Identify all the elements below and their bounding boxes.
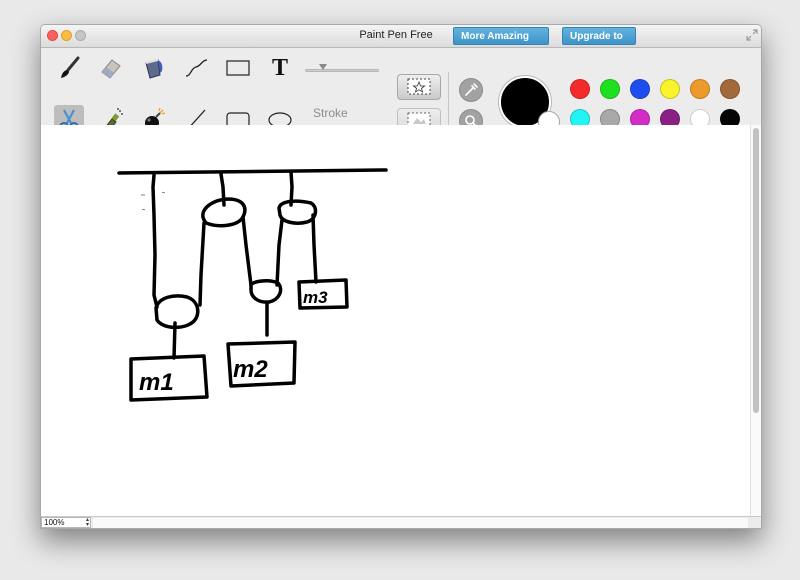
color-swatch-1-2[interactable] <box>600 79 620 99</box>
color-swatch-1-1[interactable] <box>570 79 590 99</box>
curve-icon <box>185 59 208 77</box>
color-swatch-1-5[interactable] <box>690 79 710 99</box>
hanger-m1 <box>172 321 177 360</box>
color-swatch-1-3[interactable] <box>630 79 650 99</box>
rectangle-tool[interactable] <box>223 53 253 83</box>
horizontal-scrollbar[interactable] <box>93 518 748 528</box>
text-icon: T <box>271 54 288 81</box>
label-m1: m1 <box>139 369 174 396</box>
stroke-slider-track <box>305 69 379 72</box>
rope-b <box>241 215 253 287</box>
minimize-window-button[interactable] <box>61 30 72 41</box>
stepper-arrows-icon: ▴ ▾ <box>85 517 89 528</box>
stroke-slider[interactable] <box>305 64 379 76</box>
color-swatch-1-4[interactable] <box>660 79 680 99</box>
eyedropper-button[interactable] <box>459 78 483 102</box>
star-selection-icon <box>407 78 431 95</box>
drawing-layer: m1 m2 m3 <box>117 168 388 402</box>
rope-d <box>311 213 318 284</box>
eyedropper-icon <box>465 83 478 96</box>
paint-bucket-tool[interactable] <box>139 53 169 83</box>
zoom-select[interactable]: 100% ▴ ▾ <box>41 517 91 528</box>
paint-bucket-icon <box>145 59 163 79</box>
window-title: Paint Pen Free <box>359 29 433 41</box>
rope-c <box>275 218 284 287</box>
pulley-upper-right <box>277 199 318 225</box>
status-bar: 100% ▴ ▾ <box>41 516 761 528</box>
rectangle-icon <box>226 60 250 76</box>
eraser-icon <box>101 59 121 79</box>
vertical-scroll-thumb[interactable] <box>753 128 759 413</box>
ceiling-line <box>117 168 388 175</box>
label-m2: m2 <box>233 356 268 383</box>
brush-icon <box>61 56 80 78</box>
pulley-lower-mid <box>249 279 283 304</box>
fullscreen-icon[interactable] <box>746 29 758 41</box>
stroke-label: Stroke <box>313 106 348 120</box>
toolbar: T Stroke <box>41 48 761 144</box>
title-bar: Paint Pen Free More Amazing Apps Upgrade… <box>41 25 761 60</box>
app-window: Paint Pen Free More Amazing Apps Upgrade… <box>40 24 762 529</box>
zoom-window-button[interactable] <box>75 30 86 41</box>
brush-tool[interactable] <box>54 53 84 83</box>
vertical-scrollbar[interactable] <box>750 125 761 516</box>
curve-tool[interactable] <box>181 53 211 83</box>
pulley-lower-left <box>154 294 200 330</box>
zoom-value: 100% <box>44 518 65 527</box>
text-tool[interactable]: T <box>265 53 295 83</box>
rope-a <box>198 221 206 307</box>
upgrade-to-pro-button[interactable]: Upgrade to Pro <box>562 27 636 60</box>
color-swatch-1-6[interactable] <box>720 79 740 99</box>
select-star-tool[interactable] <box>397 74 441 100</box>
drawing-canvas[interactable]: m1 m2 m3 <box>41 125 750 516</box>
label-m3: m3 <box>303 288 328 307</box>
eraser-tool[interactable] <box>96 53 126 83</box>
stroke-slider-thumb[interactable] <box>319 64 327 70</box>
close-window-button[interactable] <box>47 30 58 41</box>
string-left <box>151 173 159 309</box>
more-apps-button[interactable]: More Amazing Apps <box>453 27 549 60</box>
